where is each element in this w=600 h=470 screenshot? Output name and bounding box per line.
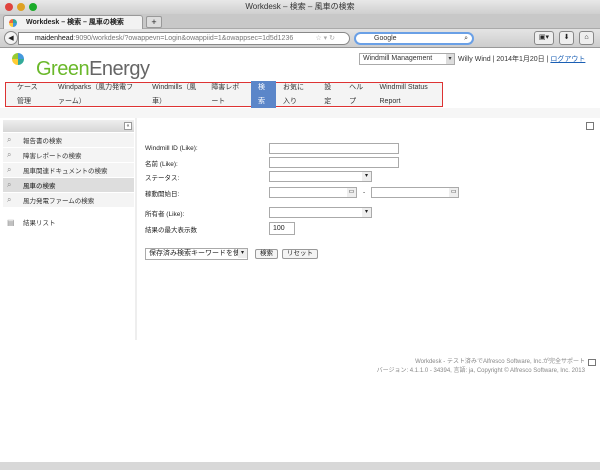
max-results-input[interactable]: 100 xyxy=(269,222,295,235)
logout-link[interactable]: ログアウト xyxy=(550,54,585,64)
window-title: Workdesk – 検索 – 風車の検索 xyxy=(245,2,355,11)
max-results-label: 結果の最大表示数 xyxy=(145,226,197,234)
navigation-toolbar: ◀ maidenhead:9090/workdesk/?owappevn=Log… xyxy=(0,29,600,48)
windmill-id-label: Windmill ID (Like): xyxy=(145,145,198,152)
address-bar[interactable]: maidenhead:9090/workdesk/?owappevn=Login… xyxy=(18,32,350,45)
menu-item-status-report[interactable]: Windmill Status Report xyxy=(373,81,442,109)
sidebar-item-windpark-search[interactable]: ⌕ 風力発電ファームの検索 xyxy=(3,193,134,207)
minimize-window-button[interactable] xyxy=(17,3,25,11)
back-button[interactable]: ◀ xyxy=(4,31,18,45)
calendar-icon[interactable]: ▭ xyxy=(449,188,459,197)
status-bar xyxy=(0,462,600,470)
close-window-button[interactable] xyxy=(5,3,13,11)
url-path: :9090/workdesk/?owappevn=Login&owappiid=… xyxy=(73,35,294,42)
reset-button[interactable]: リセット xyxy=(282,249,318,259)
start-date-from-input[interactable]: ▭ xyxy=(269,187,357,198)
logo: GreenEnergy xyxy=(36,58,150,80)
chevron-down-icon: ▾ xyxy=(446,54,454,64)
collapse-icon[interactable]: « xyxy=(124,122,132,130)
search-icon: ⌕ xyxy=(7,180,12,189)
search-placeholder: Google xyxy=(374,35,397,42)
search-icon: ⌕ xyxy=(7,150,12,159)
date: 2014年1月20日 xyxy=(496,56,545,63)
menu-item-windmills[interactable]: Windmills（風車） xyxy=(145,81,204,109)
user-name: Willy Wind xyxy=(458,55,491,63)
menu-item-fault-report[interactable]: 障害レポート xyxy=(204,81,251,109)
downloads-button[interactable]: ⬇ xyxy=(559,31,574,45)
favicon-icon xyxy=(9,19,17,27)
footer: Workdesk - テスト済みでAlfresco Software, Inc.… xyxy=(377,358,585,376)
menu-item-search[interactable]: 検索 xyxy=(251,80,276,109)
logo-icon xyxy=(12,53,24,65)
window-titlebar: Workdesk – 検索 – 風車の検索 xyxy=(0,0,600,14)
saved-search-select[interactable]: 保存済み検索キーワードを使用 ▾ xyxy=(145,248,248,260)
menu-item-windparks[interactable]: Windparks（風力発電ファーム） xyxy=(51,81,145,109)
name-label: 名前 (Like): xyxy=(145,160,178,168)
new-tab-button[interactable]: + xyxy=(146,16,162,28)
search-icon: ⌕ xyxy=(7,135,12,144)
list-icon: ▤ xyxy=(7,217,15,227)
home-button[interactable]: ⌂ xyxy=(579,31,594,45)
tab-title: Workdesk – 検索 – 風車の検索 xyxy=(26,19,124,26)
sidebar-item-results[interactable]: ▤ 結果リスト xyxy=(3,215,134,229)
sidebar-header: « xyxy=(3,120,134,132)
start-date-to-input[interactable]: ▭ xyxy=(371,187,460,198)
calendar-icon[interactable]: ▭ xyxy=(347,188,356,197)
footer-support: Workdesk - テスト済みでAlfresco Software, Inc.… xyxy=(415,359,585,365)
chevron-down-icon: ▾ xyxy=(362,208,371,217)
tab-bar: Workdesk – 検索 – 風車の検索 + xyxy=(0,14,600,29)
main-menu: ケース管理 Windparks（風力発電ファーム） Windmills（風車） … xyxy=(5,80,443,109)
search-form: Windmill ID (Like): 名前 (Like): ステータス: ▾ 稼… xyxy=(137,120,598,340)
separator: | xyxy=(546,55,549,63)
footer-version: バージョン: 4.1.1.0 - 34394, 言語: ja, Copyrigh… xyxy=(376,368,585,374)
start-date-label: 稼動開始日: xyxy=(145,190,180,198)
windmill-id-input[interactable] xyxy=(269,143,399,154)
menu-item-case[interactable]: ケース管理 xyxy=(10,81,51,109)
separator-strip xyxy=(0,108,600,118)
owner-label: 所有者 (Like): xyxy=(145,210,185,218)
status-label: ステータス: xyxy=(145,174,180,182)
menu-item-help[interactable]: ヘルプ xyxy=(342,81,372,109)
browser-tab[interactable]: Workdesk – 検索 – 風車の検索 xyxy=(3,15,143,29)
chevron-down-icon: ▾ xyxy=(238,249,247,258)
url-host: maidenhead xyxy=(35,35,74,42)
feedback-icon[interactable] xyxy=(588,359,596,366)
separator: | xyxy=(492,55,495,63)
menu-item-settings[interactable]: 設定 xyxy=(317,81,342,109)
chevron-down-icon: ▾ xyxy=(362,172,371,181)
sidebar: « ⌕ 報告書の検索 ⌕ 障害レポートの検索 ⌕ 風車関連ドキュメントの検索 ⌕ 風車の… xyxy=(3,120,134,340)
search-button[interactable]: 検索 xyxy=(255,249,278,259)
bookmarks-button[interactable]: ▣▾ xyxy=(534,31,554,45)
search-icon: ⌕ xyxy=(7,195,12,204)
search-icon: ⌕ xyxy=(7,165,12,174)
status-select[interactable]: ▾ xyxy=(269,171,372,182)
user-bar: Windmill Management ▾ Willy Wind | 2014年1… xyxy=(359,53,585,65)
sidebar-item-document-search[interactable]: ⌕ 風車関連ドキュメントの検索 xyxy=(3,163,134,177)
maximize-icon[interactable] xyxy=(586,122,594,130)
sidebar-item-windmill-search[interactable]: ⌕ 風車の検索 xyxy=(3,178,134,192)
name-input[interactable] xyxy=(269,157,399,168)
search-icon: ⌕ xyxy=(464,35,468,42)
menu-item-favorites[interactable]: お気に入り xyxy=(276,81,317,109)
sidebar-item-report-search[interactable]: ⌕ 報告書の検索 xyxy=(3,133,134,147)
sidebar-item-fault-search[interactable]: ⌕ 障害レポートの検索 xyxy=(3,148,134,162)
search-field[interactable]: Google ⌕ xyxy=(354,32,474,45)
workspace-select[interactable]: Windmill Management ▾ xyxy=(359,53,455,65)
zoom-window-button[interactable] xyxy=(29,3,37,11)
bookmark-star-icon[interactable]: ☆ ▾ ↻ xyxy=(315,33,335,45)
date-separator: - xyxy=(363,189,366,196)
owner-select[interactable]: ▾ xyxy=(269,207,372,218)
